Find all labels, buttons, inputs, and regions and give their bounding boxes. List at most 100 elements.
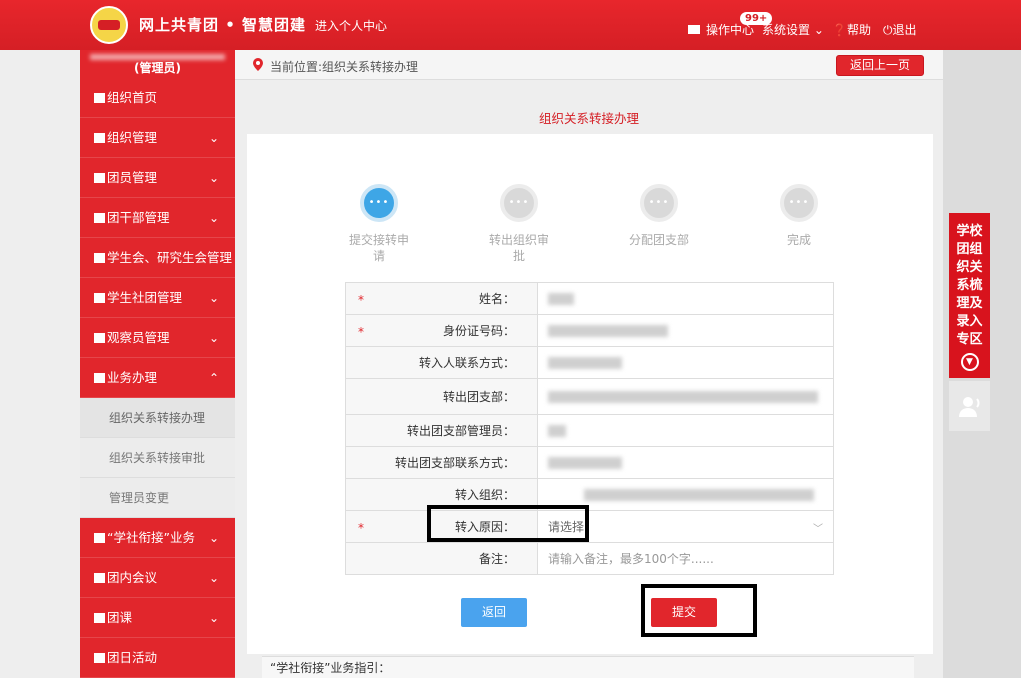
step-approval: 转出组织审批 [485,184,553,264]
mail-icon [688,25,700,34]
required-mark: * [358,325,364,339]
transfer-form: * 姓名： * 身份证号码： 转入人联系方式： 转出团支部： 转出团支部管理员： 转… [345,282,834,575]
annotation-box-reason [427,505,589,542]
logout-link[interactable]: ⏻退出 [883,21,917,38]
customer-service-icon [959,397,980,417]
sidebar-subitem-transfer-approval[interactable]: 组织关系转接审批 [80,438,235,478]
sidebar-item-observer-management[interactable]: 观察员管理 ⌄ [80,318,235,358]
chevron-down-icon: ⌄ [813,23,824,37]
sidebar-subitem-admin-change[interactable]: 管理员变更 [80,478,235,518]
chevron-down-icon: ⌄ [208,211,219,225]
redacted-value [548,457,622,469]
breadcrumb: 当前位置:组织关系转接办理 [270,60,419,74]
sidebar-item-meetings[interactable]: 团内会议 ⌄ [80,558,235,598]
users-icon [94,213,105,223]
form-row-source-branch: 转出团支部： [345,378,834,415]
source-contact-value [537,446,834,479]
field-label: 转入人联系方式： [418,356,515,370]
redacted-value [548,325,668,337]
sidebar-item-label: 观察员管理 [107,330,170,345]
step-complete: 完成 [765,184,833,248]
form-row-contact: 转入人联系方式： [345,346,834,379]
chevron-down-icon: ⌄ [208,571,219,585]
field-label: 转入组织： [454,488,515,502]
go-back-button[interactable]: 返回上一页 [836,55,924,76]
form-row-target-org: 转入组织： [345,478,834,511]
step-circle-icon [360,184,398,222]
sidebar-item-cadre-management[interactable]: 团干部管理 ⌄ [80,198,235,238]
field-label: 转出团支部管理员： [406,424,515,438]
remark-input[interactable]: 请输入备注，最多100个字...... [537,542,834,575]
chevron-down-icon: ⌄ [208,531,219,545]
redacted-value [548,391,818,403]
sidebar-item-member-management[interactable]: 团员管理 ⌄ [80,158,235,198]
step-label: 提交接转申请 [348,233,409,263]
sidebar-item-business[interactable]: 业务办理 ⌃ [80,358,235,398]
help-link[interactable]: ❓帮助 [832,21,871,38]
sidebar: (管理员) 组织首页 组织管理 ⌄ 团员管理 ⌄ 团干部管理 ⌄ 学生会、研究生会管理… [80,50,235,678]
sidebar-item-label: 团员管理 [107,170,158,185]
field-label: 身份证号码： [442,324,515,338]
step-label: 完成 [786,233,811,247]
school-org-entry-label: 学校团组织关系梳理及录入专区 [956,224,983,347]
sidebar-item-student-union[interactable]: 学生会、研究生会管理 [80,238,235,278]
personal-center-link[interactable]: 进入个人中心 [315,17,387,34]
sidebar-item-club-management[interactable]: 学生社团管理 ⌄ [80,278,235,318]
chevron-down-icon: ⌄ [208,131,219,145]
guide-heading: “学社衔接”业务指引： [262,656,914,678]
required-mark: * [358,293,364,307]
chevron-down-icon: ⌄ [208,331,219,345]
form-row-reason: * 转入原因： 请选择 ﹀ [345,510,834,543]
redacted-value [548,425,566,437]
sidebar-item-school-society[interactable]: “学社衔接”业务 ⌄ [80,518,235,558]
system-settings-menu[interactable]: 系统设置 ⌄ [762,21,824,38]
field-label: 转出团支部： [442,390,515,404]
page-title: 组织关系转接办理 [538,111,639,126]
system-settings-label: 系统设置 [762,23,811,37]
chevron-down-circle-icon: ▼ [960,353,979,371]
field-label: 姓名： [478,292,515,306]
sidebar-item-label: 组织管理 [107,130,158,145]
form-row-source-admin: 转出团支部管理员： [345,414,834,447]
return-button[interactable]: 返回 [461,598,527,627]
list-icon [94,533,105,543]
refresh-icon [94,653,105,663]
form-row-id: * 身份证号码： [345,314,834,347]
power-icon: ⏻ [883,23,893,37]
step-assign: 分配团支部 [625,184,693,248]
sidebar-item-org-home[interactable]: 组织首页 [80,78,235,118]
step-label: 转出组织审批 [488,233,549,263]
users-icon [94,333,105,343]
redacted-value [548,357,622,369]
sidebar-item-label: 团课 [107,610,133,625]
sidebar-item-label: 组织首页 [107,90,158,105]
help-icon: ❓ [832,23,847,37]
form-row-name: * 姓名： [345,282,834,315]
location-pin-icon [253,58,263,71]
sidebar-item-org-management[interactable]: 组织管理 ⌄ [80,118,235,158]
field-label: 转出团支部联系方式： [394,456,515,470]
form-row-remark: 备注： 请输入备注，最多100个字...... [345,542,834,575]
sidebar-item-label: 团干部管理 [107,210,170,225]
chevron-down-icon: ⌄ [208,611,219,625]
sidebar-item-label: 团日活动 [107,650,158,665]
users-icon [94,253,105,263]
folder-icon [94,613,105,623]
step-label: 分配团支部 [628,233,689,247]
contact-service-tab[interactable] [949,381,990,431]
step-submit: 提交接转申请 [345,184,413,264]
source-admin-value [537,414,834,447]
sidebar-item-league-class[interactable]: 团课 ⌄ [80,598,235,638]
sidebar-subitem-transfer-handling[interactable]: 组织关系转接办理 [80,398,235,438]
redacted-value [548,293,574,305]
name-value [537,282,834,315]
sidebar-item-league-day[interactable]: 团日活动 [80,638,235,678]
org-icon [94,133,105,143]
submit-button[interactable]: 提交 [651,598,717,627]
school-org-entry-tab[interactable]: 学校团组织关系梳理及录入专区 ▼ [949,213,990,378]
contact-value [537,346,834,379]
source-branch-value [537,378,834,415]
step-circle-icon [780,184,818,222]
sidebar-item-label: 学生社团管理 [107,290,183,305]
blurred-org-name [90,54,225,60]
